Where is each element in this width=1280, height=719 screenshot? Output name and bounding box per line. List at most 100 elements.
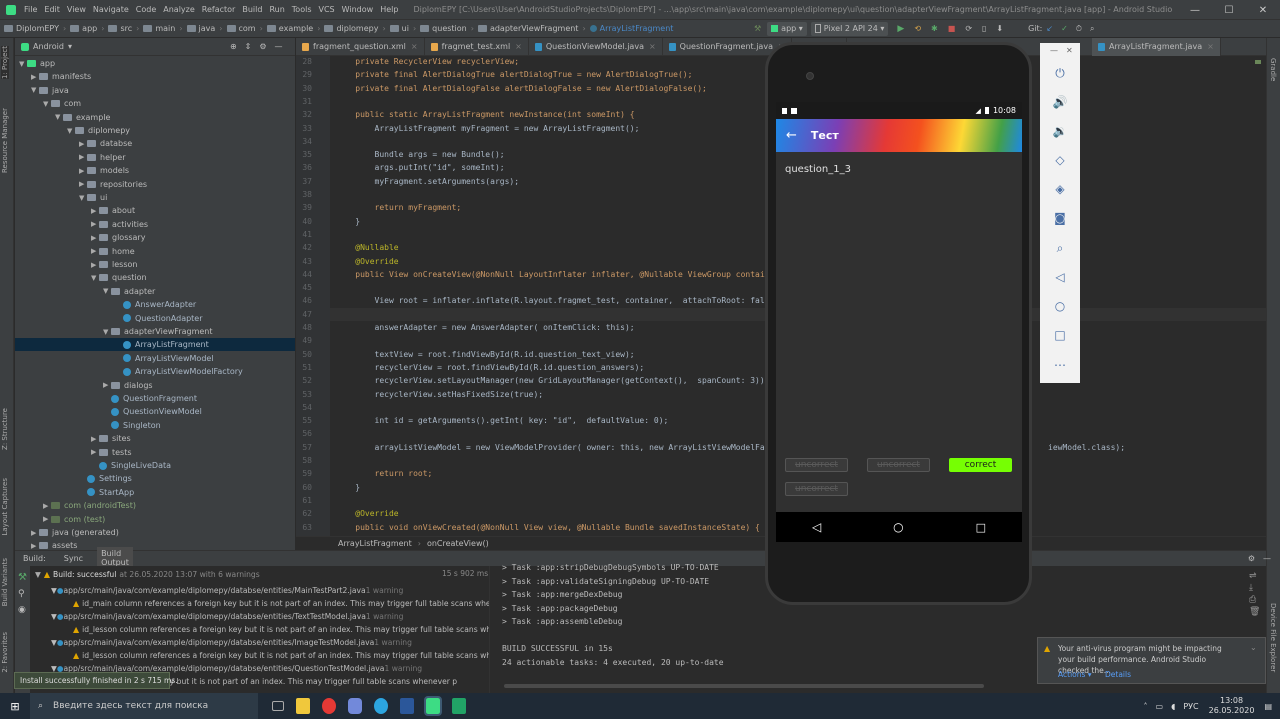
answer-button-correct[interactable]: correct bbox=[949, 458, 1012, 472]
chevron-icon[interactable]: ▶ bbox=[43, 502, 51, 510]
tree-item-about[interactable]: ▶ about bbox=[15, 204, 295, 217]
chevron-icon[interactable]: ▶ bbox=[91, 207, 99, 215]
inspection-ok-marker[interactable] bbox=[1255, 60, 1261, 64]
volume-icon[interactable]: ◖ bbox=[1171, 702, 1175, 711]
home-icon[interactable]: ○ bbox=[1052, 298, 1068, 314]
sdk-manager-icon[interactable]: ⬇ bbox=[996, 24, 1003, 33]
stop-icon[interactable]: ■ bbox=[948, 24, 956, 33]
chevron-down-icon[interactable]: ▼ bbox=[35, 570, 41, 579]
tree-item-singlelivedata[interactable]: SingleLiveData bbox=[15, 459, 295, 472]
emulator-screen[interactable]: ◢ 10:08 ← Тест question_1_3 uncorrect un… bbox=[776, 102, 1022, 512]
answer-button[interactable]: uncorrect bbox=[785, 458, 848, 472]
device-file-explorer-tab[interactable]: Device File Explorer bbox=[1269, 603, 1277, 672]
hide-panel-icon[interactable]: — bbox=[275, 42, 283, 51]
apply-changes-icon[interactable]: ⟲ bbox=[914, 24, 921, 33]
menu-item-view[interactable]: View bbox=[67, 5, 86, 14]
telegram-icon[interactable] bbox=[374, 698, 388, 714]
nav-breadcrumb-item[interactable]: java › bbox=[186, 24, 223, 33]
tree-item-com-androidtest-[interactable]: ▶ com (androidTest) bbox=[15, 499, 295, 512]
collapse-all-icon[interactable]: ⇕ bbox=[245, 42, 252, 51]
close-icon[interactable]: × bbox=[649, 42, 656, 51]
chevron-icon[interactable]: ▼ bbox=[67, 127, 75, 135]
chevron-icon[interactable]: ▶ bbox=[91, 220, 99, 228]
tree-item-java-generated-[interactable]: ▶ java (generated) bbox=[15, 526, 295, 539]
nav-breadcrumb-item[interactable]: ArrayListFragment bbox=[589, 24, 673, 33]
editor-tab[interactable]: QuestionViewModel.java × bbox=[529, 37, 663, 56]
chevron-icon[interactable]: ▼ bbox=[43, 100, 51, 108]
nav-breadcrumb-item[interactable]: com › bbox=[226, 24, 263, 33]
taskbar-clock[interactable]: 13:08 26.05.2020 bbox=[1209, 696, 1255, 716]
nav-home-icon[interactable]: ○ bbox=[893, 520, 903, 534]
tree-item-glossary[interactable]: ▶ glossary bbox=[15, 231, 295, 244]
resource-manager-tab[interactable]: Resource Manager bbox=[1, 108, 9, 173]
camera-icon[interactable]: ◙ bbox=[1052, 210, 1068, 226]
tree-item-question[interactable]: ▼ question bbox=[15, 271, 295, 284]
tree-item-adapterviewfragment[interactable]: ▼ adapterViewFragment bbox=[15, 325, 295, 338]
tree-item-app[interactable]: ▼ app bbox=[15, 57, 295, 70]
back-arrow-icon[interactable]: ← bbox=[786, 128, 797, 143]
chevron-icon[interactable]: ▶ bbox=[31, 73, 39, 81]
avd-manager-icon[interactable]: ▯ bbox=[982, 24, 986, 33]
menu-item-tools[interactable]: Tools bbox=[292, 5, 312, 14]
tab-sync[interactable]: Sync bbox=[60, 552, 87, 565]
warning-file-row[interactable]: ▼ ● app/src/main/java/com/example/diplom… bbox=[51, 610, 404, 623]
chevron-icon[interactable]: ▼ bbox=[55, 113, 63, 121]
details-link[interactable]: Details bbox=[1105, 670, 1131, 679]
volume-up-icon[interactable]: 🔊 bbox=[1052, 94, 1068, 110]
nav-breadcrumb-item[interactable]: question › bbox=[420, 24, 474, 33]
layout-captures-tab[interactable]: Layout Captures bbox=[1, 478, 9, 536]
more-icon[interactable]: ⋯ bbox=[1052, 357, 1068, 373]
menu-item-window[interactable]: Window bbox=[342, 5, 374, 14]
actions-link[interactable]: Actions ▾ bbox=[1058, 670, 1092, 679]
chevron-icon[interactable]: ▶ bbox=[91, 448, 99, 456]
favorites-tab[interactable]: 2: Favorites bbox=[1, 632, 9, 673]
tree-item-assets[interactable]: ▶ assets bbox=[15, 539, 295, 550]
tree-item-questionfragment[interactable]: QuestionFragment bbox=[15, 392, 295, 405]
menu-item-refactor[interactable]: Refactor bbox=[202, 5, 236, 14]
editor-tab[interactable]: fragment_question.xml × bbox=[296, 37, 425, 56]
warning-message-row[interactable]: ▲ id_lesson column references a foreign k… bbox=[73, 623, 489, 636]
tree-item-arraylistfragment[interactable]: ArrayListFragment bbox=[15, 338, 295, 352]
answer-button[interactable]: uncorrect bbox=[867, 458, 930, 472]
tree-item-home[interactable]: ▶ home bbox=[15, 245, 295, 258]
tree-item-settings[interactable]: Settings bbox=[15, 472, 295, 485]
build-variants-tab[interactable]: Build Variants bbox=[1, 558, 9, 606]
tree-item-lesson[interactable]: ▶ lesson bbox=[15, 258, 295, 271]
chevron-icon[interactable]: ▼ bbox=[103, 328, 111, 336]
network-icon[interactable]: ▭ bbox=[1156, 702, 1164, 711]
tree-item-questionadapter[interactable]: QuestionAdapter bbox=[15, 312, 295, 325]
editor-tab[interactable]: ArrayListFragment.java × bbox=[1092, 37, 1221, 56]
warning-message-row[interactable]: ▲ id_main column references a foreign key… bbox=[73, 597, 489, 610]
minimize-button[interactable]: — bbox=[1178, 0, 1212, 20]
answer-button[interactable]: uncorrect bbox=[785, 482, 848, 496]
tree-item-ui[interactable]: ▼ ui bbox=[15, 191, 295, 204]
chevron-icon[interactable]: ▶ bbox=[79, 140, 87, 148]
menu-item-code[interactable]: Code bbox=[136, 5, 156, 14]
rotate-left-icon[interactable]: ◇ bbox=[1052, 152, 1068, 168]
tree-item-com[interactable]: ▼ com bbox=[15, 97, 295, 110]
wrap-icon[interactable]: ⇌ bbox=[1249, 570, 1260, 582]
yandex-browser-icon[interactable] bbox=[322, 698, 336, 714]
pin-icon[interactable]: ⚲ bbox=[18, 589, 30, 599]
tree-item-helper[interactable]: ▶ helper bbox=[15, 151, 295, 164]
console-scrollbar[interactable] bbox=[496, 684, 1266, 690]
taskbar-search[interactable]: ⌕ Введите здесь текст для поиска bbox=[30, 693, 258, 719]
tree-item-example[interactable]: ▼ example bbox=[15, 111, 295, 124]
nav-breadcrumb-item[interactable]: main › bbox=[143, 24, 183, 33]
language-indicator[interactable]: РУС bbox=[1183, 702, 1198, 711]
menu-item-analyze[interactable]: Analyze bbox=[163, 5, 195, 14]
nav-recents-icon[interactable]: □ bbox=[976, 521, 986, 534]
tree-item-arraylistviewmodel[interactable]: ArrayListViewModel bbox=[15, 352, 295, 365]
search-everywhere-icon[interactable]: ⌕ bbox=[1090, 24, 1094, 34]
chevron-icon[interactable]: ▶ bbox=[91, 261, 99, 269]
rotate-right-icon[interactable]: ◈ bbox=[1052, 181, 1068, 197]
tree-item-com-test-[interactable]: ▶ com (test) bbox=[15, 513, 295, 526]
tree-item-java[interactable]: ▼ java bbox=[15, 84, 295, 97]
chevron-icon[interactable]: ▶ bbox=[91, 435, 99, 443]
task-view-icon[interactable] bbox=[272, 701, 284, 711]
emulator-taskbar-icon[interactable] bbox=[452, 698, 466, 714]
chevron-icon[interactable]: ▼ bbox=[79, 194, 87, 202]
nav-breadcrumb-item[interactable]: adapterViewFragment › bbox=[477, 24, 586, 33]
notification-center-icon[interactable]: ▤ bbox=[1264, 702, 1272, 711]
hide-panel-icon[interactable]: — bbox=[1263, 554, 1271, 563]
